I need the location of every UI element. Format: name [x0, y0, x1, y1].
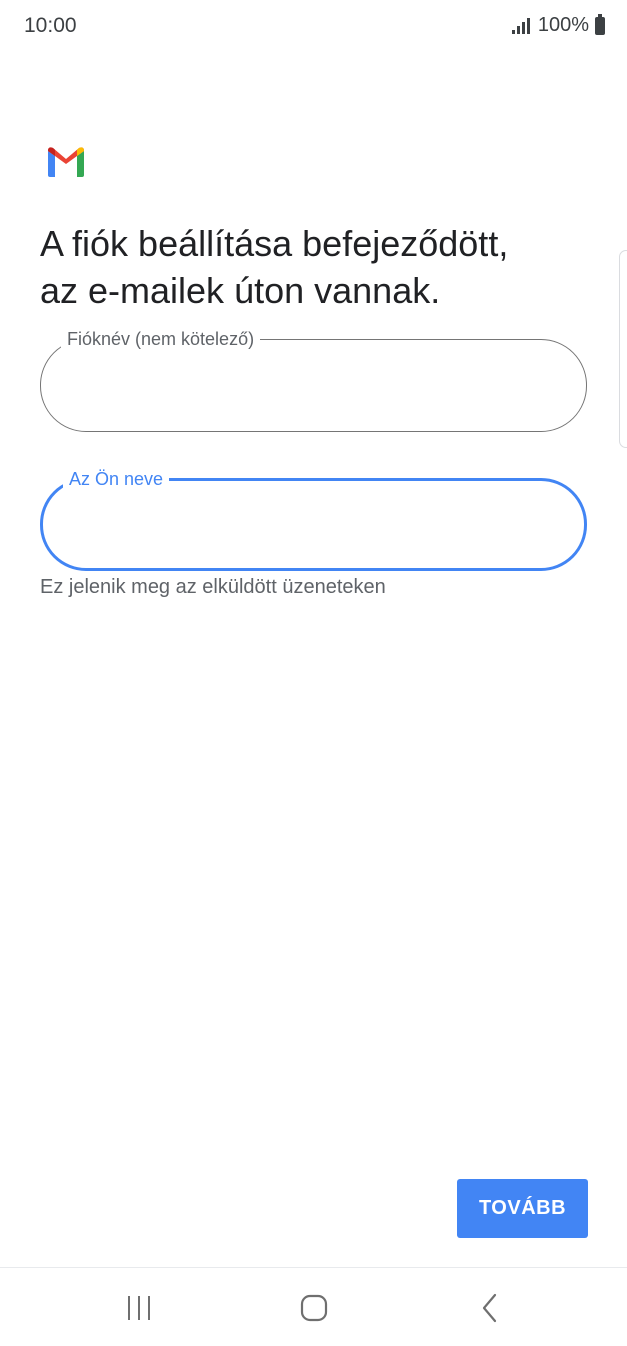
account-name-field[interactable]: Fióknév (nem kötelező) — [40, 328, 587, 432]
home-icon[interactable] — [284, 1282, 344, 1334]
your-name-field[interactable]: Az Ön neve — [40, 468, 587, 571]
signal-icon — [511, 17, 530, 34]
edge-panel-handle[interactable] — [619, 250, 627, 448]
battery-icon — [595, 13, 605, 35]
page-title-line2: az e-mailek úton vannak. — [40, 270, 441, 311]
gmail-logo-icon — [46, 145, 86, 177]
your-name-input[interactable] — [71, 509, 556, 547]
battery-percent: 100% — [537, 14, 589, 36]
account-name-label: Fióknév (nem kötelező) — [61, 328, 261, 350]
your-name-helper-text: Ez jelenik meg az elküldött üzeneteken — [40, 576, 386, 598]
status-bar: 10:00 100% — [0, 0, 627, 56]
status-indicators: 100% — [511, 13, 605, 37]
your-name-label: Az Ön neve — [63, 468, 170, 490]
recents-icon[interactable] — [109, 1282, 169, 1334]
page-title-line1: A fiók beállítása befejeződött, — [40, 223, 509, 264]
next-button[interactable]: TOVÁBB — [457, 1179, 588, 1238]
back-icon[interactable] — [460, 1282, 520, 1334]
account-name-input[interactable] — [69, 368, 558, 406]
system-nav-bar — [0, 1268, 627, 1346]
status-time: 10:00 — [24, 14, 77, 37]
page-title: A fiók beállítása befejeződött, az e-mai… — [40, 220, 600, 314]
